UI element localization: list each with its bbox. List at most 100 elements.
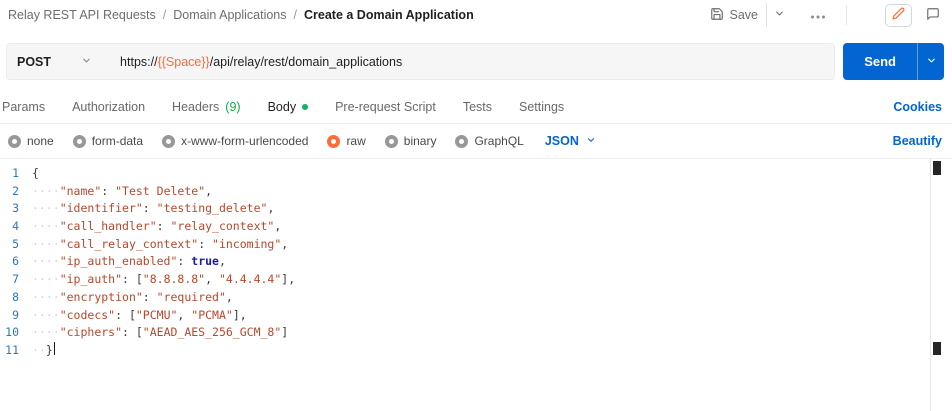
tab-headers[interactable]: Headers (9) bbox=[172, 100, 241, 114]
ellipsis-icon bbox=[810, 8, 826, 22]
editor-vertical-scrollbar[interactable] bbox=[930, 159, 942, 411]
body-type-none[interactable]: none bbox=[8, 134, 54, 148]
code-token: ·· bbox=[32, 342, 46, 360]
code-token: : bbox=[143, 200, 157, 218]
body-content-dot-icon bbox=[302, 104, 308, 110]
tab-label: Headers bbox=[172, 100, 219, 114]
tab-pre-request-script[interactable]: Pre-request Script bbox=[335, 100, 436, 114]
send-dropdown-button[interactable] bbox=[917, 43, 944, 80]
url-bar: POST https://{{Space}}/api/relay/rest/do… bbox=[6, 43, 835, 80]
code-token: "incoming" bbox=[212, 236, 281, 254]
code-token: "codecs" bbox=[60, 307, 115, 325]
code-token: , bbox=[274, 218, 281, 236]
breadcrumb-folder[interactable]: Domain Applications bbox=[173, 8, 286, 22]
edit-documentation-button[interactable] bbox=[885, 4, 912, 27]
method-label: POST bbox=[17, 55, 51, 69]
code-token: "ciphers" bbox=[60, 324, 122, 342]
code-token: "AEAD_AES_256_GCM_8" bbox=[143, 324, 281, 342]
code-line[interactable]: 1{ bbox=[0, 165, 952, 183]
code-line[interactable]: 4····"call_handler": "relay_context", bbox=[0, 218, 952, 236]
code-token: "call_handler" bbox=[60, 218, 157, 236]
code-token: : bbox=[143, 289, 157, 307]
code-token: ], bbox=[281, 271, 295, 289]
code-token: "PCMU" bbox=[136, 307, 178, 325]
raw-body-editor[interactable]: 1{2····"name": "Test Delete",3····"ident… bbox=[0, 159, 952, 411]
line-number: 2 bbox=[0, 183, 32, 201]
right-panel-toggles bbox=[885, 4, 946, 27]
code-token: , bbox=[226, 289, 233, 307]
chevron-down-icon bbox=[81, 55, 92, 69]
code-token: ···· bbox=[32, 271, 60, 289]
code-token: "identifier" bbox=[60, 200, 143, 218]
url-prefix: https:// bbox=[120, 55, 158, 69]
code-token: "name" bbox=[60, 183, 102, 201]
send-button[interactable]: Send bbox=[843, 43, 917, 80]
line-number: 8 bbox=[0, 289, 32, 307]
code-line[interactable]: 7····"ip_auth": ["8.8.8.8", "4.4.4.4"], bbox=[0, 271, 952, 289]
line-number: 9 bbox=[0, 307, 32, 325]
code-token: "Test Delete" bbox=[115, 183, 205, 201]
line-number: 4 bbox=[0, 218, 32, 236]
format-select[interactable]: JSON bbox=[545, 134, 596, 148]
more-options-button[interactable] bbox=[802, 3, 834, 27]
tab-params[interactable]: Params bbox=[2, 100, 45, 114]
code-token: , bbox=[219, 253, 226, 271]
code-token: "ip_auth" bbox=[60, 271, 122, 289]
code-line[interactable]: 5····"call_relay_context": "incoming", bbox=[0, 236, 952, 254]
radio-icon bbox=[73, 135, 86, 148]
code-line[interactable]: 9····"codecs": ["PCMU", "PCMA"], bbox=[0, 307, 952, 325]
code-token: , bbox=[205, 271, 219, 289]
comment-icon bbox=[926, 7, 940, 24]
code-line[interactable]: 10····"ciphers": ["AEAD_AES_256_GCM_8"] bbox=[0, 324, 952, 342]
code-token: ···· bbox=[32, 253, 60, 271]
code-token: ···· bbox=[32, 289, 60, 307]
text-cursor bbox=[54, 342, 56, 355]
tab-authorization[interactable]: Authorization bbox=[72, 100, 145, 114]
line-number: 10 bbox=[0, 324, 32, 342]
line-number: 5 bbox=[0, 236, 32, 254]
cookies-link[interactable]: Cookies bbox=[893, 100, 942, 114]
chevron-down-icon bbox=[926, 54, 937, 69]
code-token: ] bbox=[281, 324, 288, 342]
url-variable: {{Space}} bbox=[158, 55, 210, 69]
tab-tests[interactable]: Tests bbox=[463, 100, 492, 114]
method-select[interactable]: POST bbox=[7, 44, 106, 79]
body-type-binary[interactable]: binary bbox=[385, 134, 437, 148]
breadcrumb-separator: / bbox=[294, 8, 297, 22]
code-token: ···· bbox=[32, 307, 60, 325]
breadcrumb-request-name[interactable]: Create a Domain Application bbox=[304, 8, 474, 22]
scrollbar-mark[interactable] bbox=[933, 342, 941, 355]
tab-count: (9) bbox=[225, 100, 240, 114]
radio-icon bbox=[385, 135, 398, 148]
request-url-row: POST https://{{Space}}/api/relay/rest/do… bbox=[0, 30, 952, 90]
save-button[interactable]: Save bbox=[702, 2, 767, 29]
code-token: , bbox=[281, 236, 288, 254]
body-type-form-data[interactable]: form-data bbox=[73, 134, 143, 148]
code-line[interactable]: 6····"ip_auth_enabled": true, bbox=[0, 253, 952, 271]
body-type-raw[interactable]: raw bbox=[327, 134, 365, 148]
code-token: , bbox=[205, 183, 212, 201]
tab-body[interactable]: Body bbox=[268, 100, 309, 114]
body-type-graphql[interactable]: GraphQL bbox=[455, 134, 523, 148]
scrollbar-thumb[interactable] bbox=[933, 161, 941, 175]
code-line[interactable]: 2····"name": "Test Delete", bbox=[0, 183, 952, 201]
tab-settings[interactable]: Settings bbox=[519, 100, 564, 114]
save-button-group: Save bbox=[702, 2, 793, 29]
save-dropdown-button[interactable] bbox=[766, 3, 792, 27]
code-line[interactable]: 8····"encryption": "required", bbox=[0, 289, 952, 307]
url-input[interactable]: https://{{Space}}/api/relay/rest/domain_… bbox=[106, 44, 834, 79]
code-token: "ip_auth_enabled" bbox=[60, 253, 178, 271]
beautify-link[interactable]: Beautify bbox=[893, 134, 942, 148]
tab-label: Settings bbox=[519, 100, 564, 114]
tab-label: Pre-request Script bbox=[335, 100, 436, 114]
radio-label: binary bbox=[404, 134, 437, 148]
save-icon bbox=[710, 7, 724, 24]
body-type-x-www-form-urlencoded[interactable]: x-www-form-urlencoded bbox=[162, 134, 308, 148]
breadcrumb-collection[interactable]: Relay REST API Requests bbox=[8, 8, 156, 22]
line-number: 6 bbox=[0, 253, 32, 271]
topbar-divider bbox=[846, 5, 847, 25]
code-line[interactable]: 3····"identifier": "testing_delete", bbox=[0, 200, 952, 218]
code-token: : bbox=[157, 218, 171, 236]
comments-button[interactable] bbox=[920, 4, 946, 27]
code-line[interactable]: 11··} bbox=[0, 342, 952, 360]
